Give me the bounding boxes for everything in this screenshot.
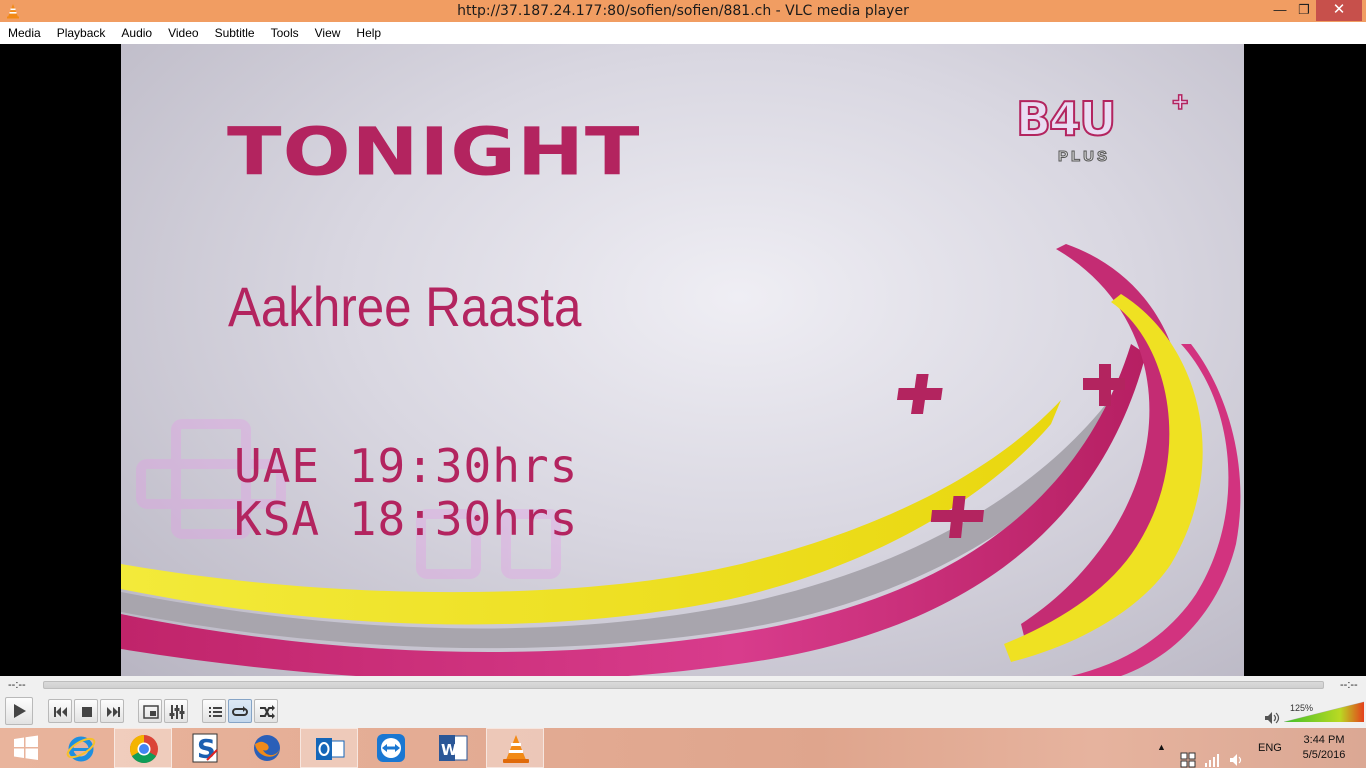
menu-bar: Media Playback Audio Video Subtitle Tool… — [0, 22, 1366, 44]
playlist-button[interactable] — [202, 699, 226, 723]
teamviewer-icon — [377, 734, 405, 762]
stop-button[interactable] — [74, 699, 98, 723]
clock-date: 5/5/2016 — [1302, 749, 1346, 761]
playlist-icon — [209, 707, 222, 717]
extended-settings-icon — [169, 705, 185, 719]
svg-text:S: S — [197, 735, 216, 764]
logo-subtext: PLUS — [1057, 148, 1111, 166]
clock[interactable]: 3:44 PM 5/5/2016 — [1298, 733, 1350, 768]
internet-explorer-icon — [66, 736, 96, 762]
extended-settings-button[interactable] — [164, 699, 188, 723]
previous-icon — [54, 707, 67, 717]
menu-audio[interactable]: Audio — [121, 26, 152, 40]
fullscreen-button[interactable] — [138, 699, 162, 723]
schedule-uae-text: UAE 19:30hrs — [234, 439, 579, 493]
loop-button[interactable] — [228, 699, 252, 723]
action-center-flag-icon[interactable] — [1180, 740, 1196, 768]
windows-start-icon — [14, 735, 38, 760]
firefox-icon — [254, 735, 280, 761]
close-icon: ✕ — [1332, 1, 1346, 18]
svg-text:W: W — [441, 741, 458, 759]
window-title: http://37.187.24.177:80/sofien/sofien/88… — [457, 3, 909, 19]
close-button[interactable]: ✕ — [1316, 0, 1362, 21]
menu-subtitle[interactable]: Subtitle — [215, 26, 255, 40]
elapsed-time: --:-- — [8, 679, 26, 691]
play-icon — [14, 704, 26, 718]
volume-percent: 125% — [1290, 703, 1314, 713]
menu-video[interactable]: Video — [168, 26, 198, 40]
volume-icon[interactable] — [1264, 711, 1280, 725]
video-frame: TONIGHT Aakhree Raasta UAE 19:30hrs KSA … — [121, 44, 1244, 676]
clock-time: 3:44 PM — [1303, 734, 1345, 746]
menu-media[interactable]: Media — [8, 26, 41, 40]
schedule-ksa-text: KSA 18:30hrs — [234, 492, 579, 546]
restore-icon: ❐ — [1298, 2, 1310, 17]
taskbar-firefox[interactable] — [238, 728, 296, 768]
taskbar-vlc[interactable] — [486, 728, 544, 768]
taskbar-teamviewer[interactable] — [362, 728, 420, 768]
headline-text: TONIGHT — [227, 114, 641, 191]
title-bar: http://37.187.24.177:80/sofien/sofien/88… — [0, 0, 1366, 22]
next-icon — [107, 707, 120, 717]
chrome-icon — [130, 735, 158, 763]
taskbar-app-s[interactable]: S — [176, 728, 234, 768]
total-time[interactable]: --:-- — [1340, 679, 1358, 691]
menu-help[interactable]: Help — [356, 26, 381, 40]
channel-logo: B4U + PLUS — [1014, 85, 1194, 172]
seek-row: --:-- --:-- — [0, 676, 1366, 696]
shuffle-button[interactable] — [254, 699, 278, 723]
logo-text: B4U — [1015, 91, 1117, 147]
loop-icon — [232, 706, 248, 716]
seek-slider[interactable] — [43, 681, 1324, 689]
restore-button[interactable]: ❐ — [1290, 0, 1318, 21]
taskbar-chrome[interactable] — [114, 728, 172, 768]
word-icon: W — [439, 735, 468, 761]
app-s-icon: S — [192, 733, 218, 764]
show-title-text: Aakhree Raasta — [228, 275, 582, 338]
network-icon[interactable] — [1204, 740, 1220, 768]
menu-tools[interactable]: Tools — [271, 26, 299, 40]
tray-overflow-icon[interactable]: ▲ — [1157, 742, 1166, 768]
vlc-icon — [503, 735, 529, 763]
vlc-window: http://37.187.24.177:80/sofien/sofien/88… — [0, 0, 1366, 768]
taskbar: S W ▲ ENG 3:44 PM 5/5/2016 — [0, 728, 1366, 768]
playback-controls: 125% — [0, 696, 1366, 728]
taskbar-outlook[interactable] — [300, 728, 358, 768]
play-button[interactable] — [5, 697, 33, 725]
outlook-icon — [316, 738, 345, 760]
stop-icon — [82, 707, 92, 717]
taskbar-internet-explorer[interactable] — [52, 728, 110, 768]
speaker-icon[interactable] — [1229, 740, 1245, 768]
video-area[interactable]: TONIGHT Aakhree Raasta UAE 19:30hrs KSA … — [0, 44, 1366, 676]
menu-view[interactable]: View — [315, 26, 341, 40]
start-button[interactable] — [0, 728, 58, 768]
next-button[interactable] — [100, 699, 124, 723]
menu-playback[interactable]: Playback — [57, 26, 106, 40]
previous-button[interactable] — [48, 699, 72, 723]
taskbar-word[interactable]: W — [424, 728, 482, 768]
shuffle-icon — [260, 705, 275, 719]
logo-plus: + — [1171, 85, 1189, 118]
language-indicator[interactable]: ENG — [1258, 742, 1282, 768]
fullscreen-icon — [143, 705, 159, 719]
minimize-icon: — — [1273, 2, 1287, 17]
